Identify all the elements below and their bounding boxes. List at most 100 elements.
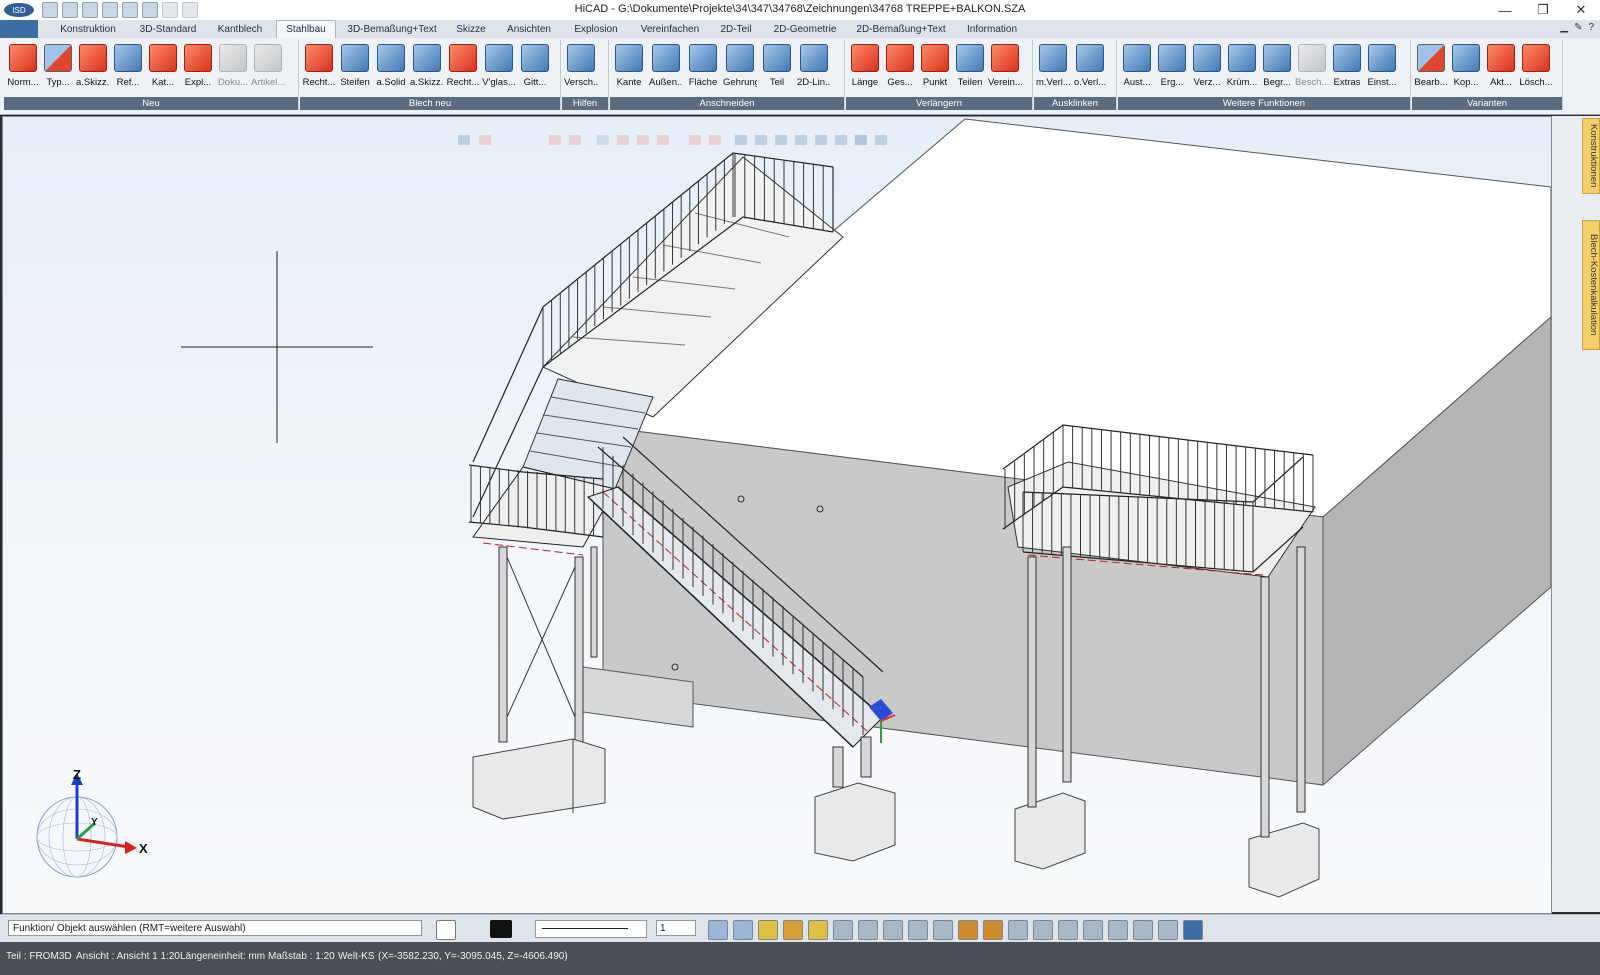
toolbar-tool-icon[interactable] [983, 920, 1003, 940]
ribbon-button-1-0[interactable]: Recht... [302, 42, 336, 94]
ribbon-button-0-0[interactable]: Norm... [6, 42, 40, 94]
ribbon-button-6-6[interactable]: Extras [1330, 42, 1364, 94]
toolbar-tool-icon[interactable] [783, 920, 803, 940]
ribbon-button-6-1[interactable]: Erg... [1155, 42, 1189, 94]
toolbar-tool-icon[interactable] [708, 920, 728, 940]
ribbon-button-4-0[interactable]: Länge [848, 42, 882, 94]
save-as-icon[interactable] [102, 2, 118, 18]
line-style-dropdown[interactable] [535, 920, 647, 938]
ribbon-button-4-2[interactable]: Punkt [918, 42, 952, 94]
tab-skizze[interactable]: Skizze [448, 21, 494, 38]
ribbon-button-1-4[interactable]: Recht... [446, 42, 480, 94]
toolbar-tool-icon[interactable] [1133, 920, 1153, 940]
ribbon-button-5-0[interactable]: m.Verl... [1036, 42, 1070, 94]
tab-kantblech[interactable]: Kantblech [210, 21, 270, 38]
toolbar-tool-icon[interactable] [858, 920, 878, 940]
ribbon-button-7-1[interactable]: Kop... [1449, 42, 1483, 94]
toolbar-tool-icon[interactable] [1008, 920, 1028, 940]
print-icon[interactable] [142, 2, 158, 18]
3d-viewport[interactable]: Z Y X [2, 116, 1552, 914]
restore-button[interactable]: ❐ [1524, 0, 1562, 20]
ribbon-button-7-2[interactable]: Akt... [1484, 42, 1518, 94]
toolbar-tool-icon[interactable] [1183, 920, 1203, 940]
toolbar-tool-icon[interactable] [883, 920, 903, 940]
ribbon-button-6-0[interactable]: Aust... [1120, 42, 1154, 94]
toolbar-tool-icon[interactable] [758, 920, 778, 940]
ribbon-button-3-5[interactable]: 2D-Lin... [797, 42, 831, 94]
ribbon-button-0-3[interactable]: Ref... [111, 42, 145, 94]
ribbon-button-6-5[interactable]: Besch... [1295, 42, 1329, 94]
ribbon-button-1-2[interactable]: a.Solid [374, 42, 408, 94]
ribbon-button-3-4[interactable]: Teil [760, 42, 794, 94]
ribbon-button-7-0[interactable]: Bearb... [1414, 42, 1448, 94]
tab-2d-teil[interactable]: 2D-Teil [714, 21, 758, 38]
ribbon-button-3-2[interactable]: Fläche [686, 42, 720, 94]
redo-icon[interactable] [182, 2, 198, 18]
style-icon[interactable]: ✎ [1574, 22, 1582, 33]
minimize-ribbon-icon[interactable]: ▁ [1560, 22, 1568, 33]
ribbon-button-3-3[interactable]: Gehrung [723, 42, 757, 94]
tab-2d-bema-ung-text[interactable]: 2D-Bemaßung+Text [851, 21, 951, 38]
ribbon-button-0-7[interactable]: Artikel... [251, 42, 285, 94]
tab-2d-geometrie[interactable]: 2D-Geometrie [765, 21, 845, 38]
ribbon-button-6-7[interactable]: Einst... [1365, 42, 1399, 94]
ribbon-button-1-6[interactable]: Gitt... [518, 42, 552, 94]
toolbar-tool-icon[interactable] [1058, 920, 1078, 940]
application-menu-button[interactable] [0, 20, 38, 38]
tab-explosion[interactable]: Explosion [565, 21, 627, 38]
ribbon-button-5-1[interactable]: o.Verl... [1073, 42, 1107, 94]
ribbon-button-1-3[interactable]: a.Skizz... [410, 42, 444, 94]
toolbar-tool-icon[interactable] [833, 920, 853, 940]
hicad-logo[interactable]: ISD [2, 1, 36, 19]
tab-information[interactable]: Information [960, 21, 1024, 38]
ribbon-button-0-2[interactable]: a.Skizz... [76, 42, 110, 94]
ribbon-button-0-4[interactable]: Kat... [146, 42, 180, 94]
folder-icon[interactable] [122, 2, 138, 18]
ribbon-button-4-1[interactable]: Ges... [883, 42, 917, 94]
toolbar-tool-icon[interactable] [908, 920, 928, 940]
ribbon-button-0-6[interactable]: Doku... [216, 42, 250, 94]
ribbon-button-6-3[interactable]: Krüm... [1225, 42, 1259, 94]
open-file-icon[interactable] [62, 2, 78, 18]
undo-icon[interactable] [162, 2, 178, 18]
help-icon[interactable]: ? [1588, 22, 1594, 33]
ribbon-group-blech-neu: Recht...Steifena.Solida.Skizz...Recht...… [300, 40, 561, 110]
toolbar-tool-icon[interactable] [1158, 920, 1178, 940]
toolbar-tool-icon[interactable] [808, 920, 828, 940]
toolbar-tool-icon[interactable] [933, 920, 953, 940]
command-line[interactable]: Funktion/ Objekt auswählen (RMT=weitere … [8, 920, 422, 936]
ribbon-button-3-0[interactable]: Kante [612, 42, 646, 94]
side-tab-blech-kostenkalkulation[interactable]: Blech-Kostenkalkulation [1582, 220, 1600, 350]
ribbon-button-4-3[interactable]: Teilen [953, 42, 987, 94]
save-icon[interactable] [82, 2, 98, 18]
ribbon-button-3-1[interactable]: Außen... [649, 42, 683, 94]
tab-3d-standard[interactable]: 3D-Standard [130, 21, 206, 38]
toolbar-tool-icon[interactable] [1083, 920, 1103, 940]
tab-ansichten[interactable]: Ansichten [499, 21, 559, 38]
tab-3d-bema-ung-text[interactable]: 3D-Bemaßung+Text [340, 21, 444, 38]
ribbon-button-7-3[interactable]: Lösch... [1519, 42, 1553, 94]
line-width-field[interactable]: 1 [656, 920, 696, 936]
ribbon-button-6-2[interactable]: Verz... [1190, 42, 1224, 94]
toolbar-tool-icon[interactable] [1108, 920, 1128, 940]
ribbon-button-2-0[interactable]: Versch... [564, 42, 598, 94]
tab-vereinfachen[interactable]: Vereinfachen [633, 21, 707, 38]
side-tab-konstruktionen[interactable]: Konstruktionen [1582, 118, 1600, 194]
minimize-button[interactable]: — [1486, 0, 1524, 20]
toolbar-tool-icon[interactable] [1033, 920, 1053, 940]
tab-stahlbau[interactable]: Stahlbau [276, 20, 336, 40]
ribbon-button-0-1[interactable]: Typ... [41, 42, 75, 94]
line-type-icon[interactable] [436, 920, 456, 940]
ribbon-button-label: Expl... [184, 77, 212, 88]
color-swatch[interactable] [490, 920, 512, 938]
ribbon-button-1-5[interactable]: V'glas... [482, 42, 516, 94]
ribbon-button-0-5[interactable]: Expl... [181, 42, 215, 94]
toolbar-tool-icon[interactable] [733, 920, 753, 940]
tab-konstruktion[interactable]: Konstruktion [50, 21, 126, 38]
toolbar-tool-icon[interactable] [958, 920, 978, 940]
ribbon-button-1-1[interactable]: Steifen [338, 42, 372, 94]
ribbon-button-4-4[interactable]: Verein... [988, 42, 1022, 94]
new-file-icon[interactable] [42, 2, 58, 18]
close-button[interactable]: ✕ [1562, 0, 1600, 20]
ribbon-button-6-4[interactable]: Begr... [1260, 42, 1294, 94]
